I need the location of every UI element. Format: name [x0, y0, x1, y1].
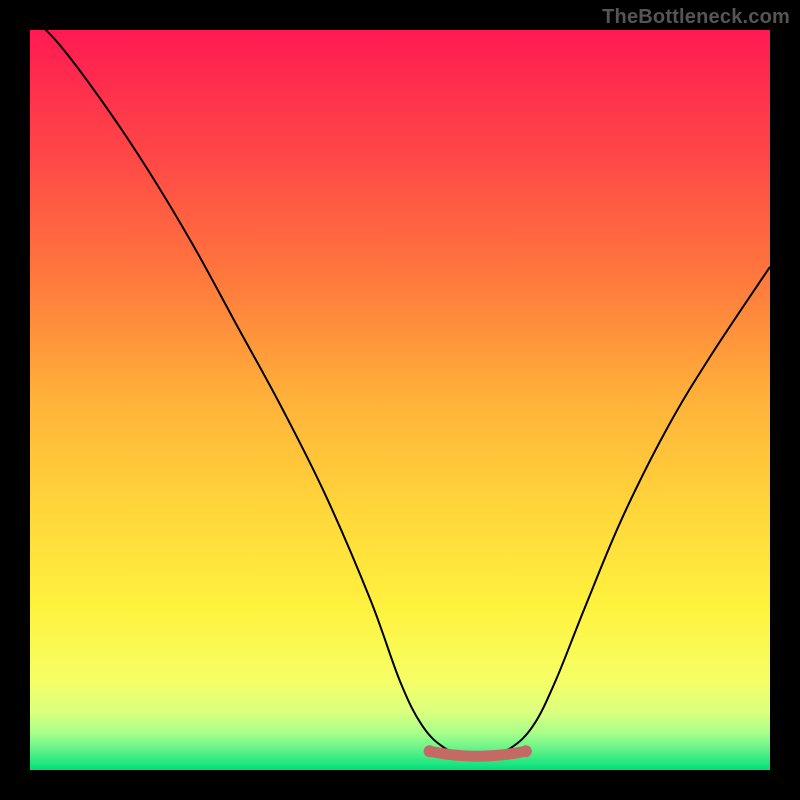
- plot-area: [30, 30, 770, 770]
- gradient-background: [30, 30, 770, 770]
- plot-svg: [30, 30, 770, 770]
- watermark-label: TheBottleneck.com: [602, 6, 790, 29]
- chart-frame: TheBottleneck.com: [0, 0, 800, 800]
